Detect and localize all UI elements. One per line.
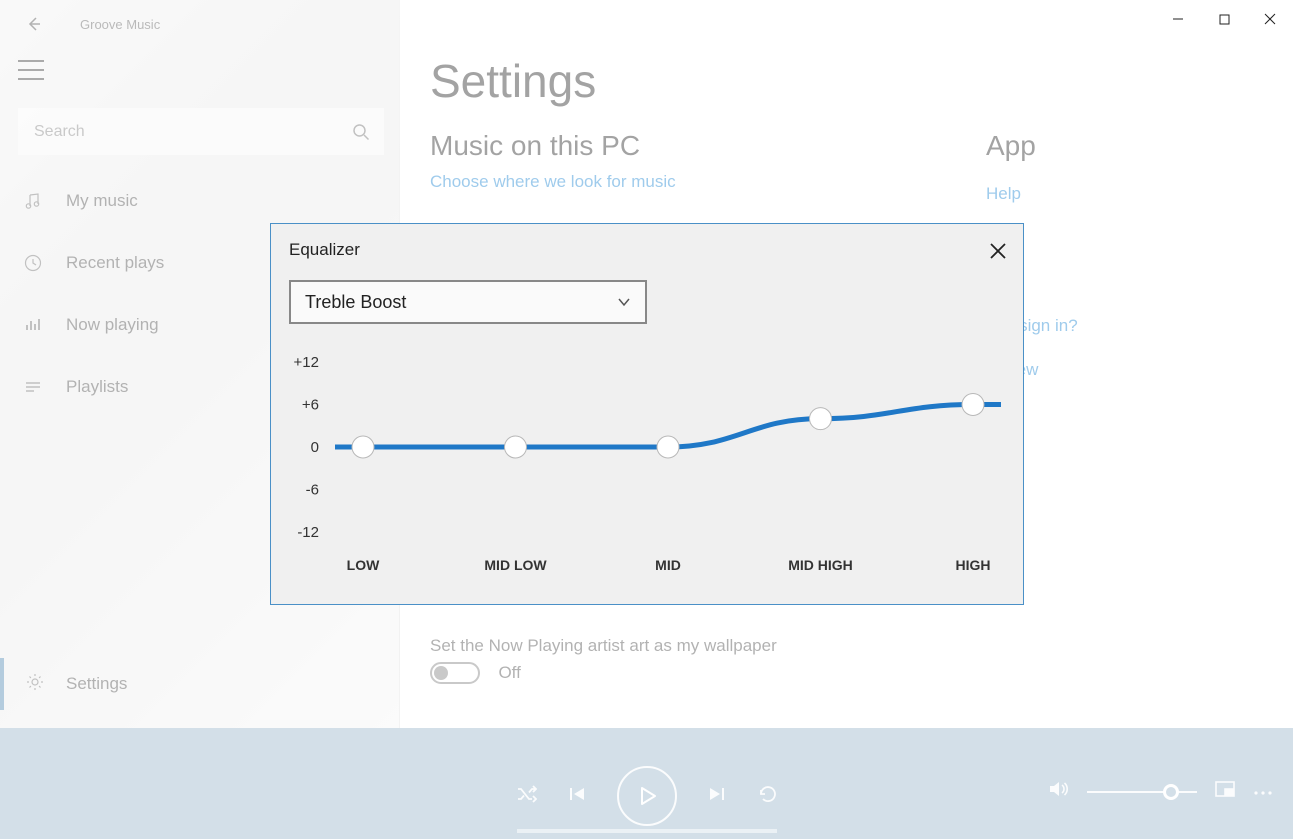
- volume-button[interactable]: [1047, 778, 1069, 805]
- arrow-left-icon: [26, 16, 42, 32]
- toggle-state: Off: [498, 663, 520, 682]
- section-heading: App: [986, 130, 1078, 162]
- app-window: Groove Music My music Recent plays Now p: [0, 0, 1293, 839]
- help-link[interactable]: Help: [986, 184, 1078, 204]
- toggle-switch[interactable]: [430, 662, 480, 684]
- title-bar: Groove Music: [0, 0, 399, 44]
- page-title: Settings: [430, 54, 596, 108]
- preset-dropdown[interactable]: Treble Boost: [289, 280, 647, 324]
- playlist-icon: [22, 376, 44, 398]
- bars-icon: [22, 314, 44, 336]
- nav-settings[interactable]: Settings: [0, 658, 399, 710]
- hamburger-button[interactable]: [18, 60, 44, 80]
- play-button[interactable]: [617, 766, 677, 826]
- music-note-icon: [22, 190, 44, 212]
- setting-wallpaper-row: Set the Now Playing artist art as my wal…: [430, 636, 777, 684]
- nav-label: Playlists: [66, 377, 128, 397]
- section-heading: Music on this PC: [430, 130, 676, 162]
- progress-bar[interactable]: [517, 829, 777, 833]
- play-icon: [636, 785, 658, 807]
- dialog-title: Equalizer: [289, 240, 360, 260]
- back-button[interactable]: [18, 8, 50, 40]
- choose-location-link[interactable]: Choose where we look for music: [430, 172, 676, 192]
- player-bar: [0, 728, 1293, 839]
- equalizer-chart[interactable]: +12 +6 0 -6 -12 LOW MID LOW MID MID HIGH HIGH: [285, 348, 1011, 594]
- window-controls: [1155, 0, 1293, 38]
- app-title: Groove Music: [80, 17, 160, 32]
- search-box[interactable]: [18, 108, 384, 155]
- minimize-icon: [1172, 13, 1184, 25]
- clock-icon: [22, 252, 44, 274]
- equalizer-dialog: Equalizer Treble Boost +12 +6 0 -6 -12 LOW MID…: [270, 223, 1024, 605]
- search-input[interactable]: [18, 123, 338, 141]
- volume-slider[interactable]: [1087, 791, 1197, 793]
- title-left: Groove Music: [18, 8, 160, 40]
- volume-knob[interactable]: [1163, 784, 1179, 800]
- setting-label: Set the Now Playing artist art as my wal…: [430, 636, 777, 656]
- shuffle-button[interactable]: [515, 783, 537, 810]
- more-button[interactable]: [1253, 783, 1273, 801]
- now-playing-view-button[interactable]: [1215, 781, 1235, 802]
- close-icon: [989, 242, 1007, 260]
- svg-text:HIGH: HIGH: [956, 557, 991, 573]
- svg-text:MID LOW: MID LOW: [484, 557, 547, 573]
- svg-text:+12: +12: [294, 354, 319, 371]
- svg-text:-6: -6: [306, 482, 319, 499]
- maximize-button[interactable]: [1201, 0, 1247, 38]
- chevron-down-icon: [617, 295, 631, 309]
- close-icon: [1264, 13, 1276, 25]
- transport-controls: [515, 766, 779, 826]
- repeat-button[interactable]: [757, 783, 779, 810]
- next-button[interactable]: [707, 784, 727, 809]
- player-right-controls: [1047, 778, 1273, 805]
- svg-text:-12: -12: [297, 524, 319, 541]
- nav-label: My music: [66, 191, 138, 211]
- minimize-button[interactable]: [1155, 0, 1201, 38]
- section-music-on-pc: Music on this PC Choose where we look fo…: [430, 130, 676, 192]
- nav-label: Settings: [66, 674, 127, 694]
- svg-text:+6: +6: [302, 397, 319, 414]
- svg-text:0: 0: [311, 439, 319, 456]
- nav-label: Recent plays: [66, 253, 164, 273]
- svg-text:MID: MID: [655, 557, 681, 573]
- gear-icon: [26, 673, 44, 696]
- preset-value: Treble Boost: [305, 292, 406, 313]
- search-icon[interactable]: [338, 123, 384, 141]
- dialog-close-button[interactable]: [983, 236, 1013, 266]
- svg-text:LOW: LOW: [347, 557, 380, 573]
- close-button[interactable]: [1247, 0, 1293, 38]
- previous-button[interactable]: [567, 784, 587, 809]
- svg-text:MID HIGH: MID HIGH: [788, 557, 853, 573]
- maximize-icon: [1219, 14, 1230, 25]
- nav-label: Now playing: [66, 315, 159, 335]
